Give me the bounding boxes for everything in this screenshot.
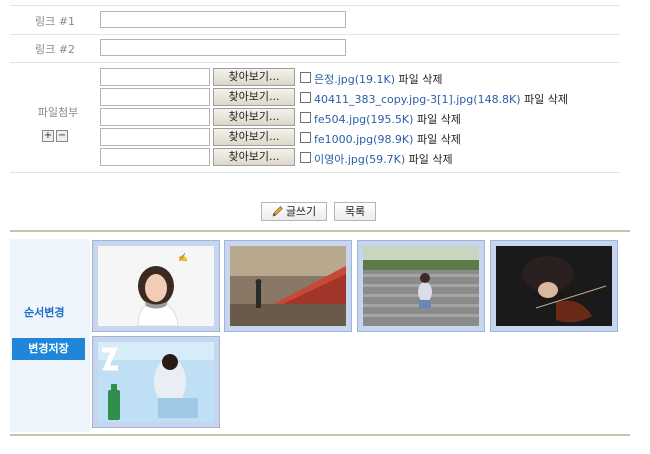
link2-label: 링크 #2 <box>35 43 75 56</box>
divider <box>10 34 620 35</box>
pencil-icon <box>272 206 283 217</box>
file-name-link[interactable]: 40411_383_copy.jpg-3[1].jpg(148.8K) <box>314 93 521 106</box>
thumbnail-item[interactable] <box>490 240 618 332</box>
delete-checkbox[interactable] <box>300 72 311 83</box>
save-changes-button[interactable]: 변경저장 <box>12 338 85 360</box>
file-input[interactable] <box>100 108 210 126</box>
delete-label: 파일 삭제 <box>416 113 461 126</box>
file-item: fe504.jpg(195.5K) 파일 삭제 <box>314 111 461 127</box>
delete-label: 파일 삭제 <box>416 133 461 146</box>
file-item: 이영아.jpg(59.7K) 파일 삭제 <box>314 151 453 167</box>
delete-label: 파일 삭제 <box>398 73 443 86</box>
order-change-label: 순서변경 <box>24 306 65 319</box>
link2-input[interactable] <box>100 39 346 56</box>
delete-checkbox[interactable] <box>300 132 311 143</box>
divider <box>10 62 620 63</box>
browse-button[interactable]: 찾아보기... <box>213 128 295 146</box>
poster-bottle-photo-icon <box>98 342 214 422</box>
browse-button[interactable]: 찾아보기... <box>213 108 295 126</box>
thumbnail-item[interactable] <box>224 240 352 332</box>
file-name-link[interactable]: 이영아.jpg(59.7K) <box>314 153 405 166</box>
divider <box>10 5 620 6</box>
delete-label: 파일 삭제 <box>408 153 453 166</box>
file-name-link[interactable]: fe1000.jpg(98.9K) <box>314 133 413 146</box>
section-divider <box>10 230 630 232</box>
thumbnail-item[interactable]: ✍ <box>92 240 220 332</box>
thumbnail-item[interactable] <box>357 240 485 332</box>
file-input[interactable] <box>100 88 210 106</box>
browse-button[interactable]: 찾아보기... <box>213 148 295 166</box>
browse-button[interactable]: 찾아보기... <box>213 88 295 106</box>
file-input[interactable] <box>100 68 210 86</box>
svg-text:✍: ✍ <box>178 253 188 262</box>
train-platform-photo-icon <box>230 246 346 326</box>
add-file-button[interactable]: + <box>42 130 54 142</box>
delete-checkbox[interactable] <box>300 92 311 103</box>
attach-controls: + − <box>42 123 70 142</box>
woman-portrait-photo-icon: ✍ <box>98 246 214 326</box>
file-item: fe1000.jpg(98.9K) 파일 삭제 <box>314 131 461 147</box>
delete-checkbox[interactable] <box>300 152 311 163</box>
link1-input[interactable] <box>100 11 346 28</box>
stairs-sitting-photo-icon <box>363 246 479 326</box>
browse-button[interactable]: 찾아보기... <box>213 68 295 86</box>
delete-checkbox[interactable] <box>300 112 311 123</box>
remove-file-button[interactable]: − <box>56 130 68 142</box>
write-button[interactable]: 글쓰기 <box>261 202 327 221</box>
link1-label: 링크 #1 <box>35 15 75 28</box>
attach-label: 파일첨부 <box>37 106 79 119</box>
section-divider <box>10 434 630 436</box>
file-input[interactable] <box>100 148 210 166</box>
file-name-link[interactable]: fe504.jpg(195.5K) <box>314 113 413 126</box>
gallery-side-panel <box>10 239 90 432</box>
violin-photo-icon <box>496 246 612 326</box>
delete-label: 파일 삭제 <box>524 93 569 106</box>
file-name-link[interactable]: 은정.jpg(19.1K) <box>314 73 395 86</box>
thumbnail-item[interactable] <box>92 336 220 428</box>
file-input[interactable] <box>100 128 210 146</box>
write-label: 글쓰기 <box>285 205 317 218</box>
divider <box>10 172 620 173</box>
file-item: 40411_383_copy.jpg-3[1].jpg(148.8K) 파일 삭… <box>314 91 568 107</box>
list-button[interactable]: 목록 <box>334 202 376 221</box>
file-item: 은정.jpg(19.1K) 파일 삭제 <box>314 71 443 87</box>
